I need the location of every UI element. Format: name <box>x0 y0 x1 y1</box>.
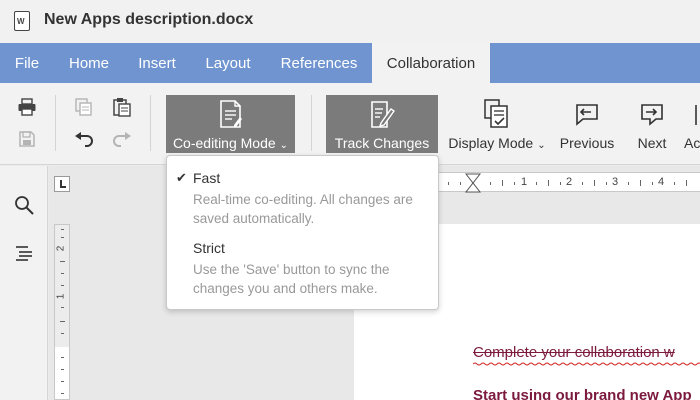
redo-icon[interactable] <box>110 129 134 151</box>
co-editing-mode-menu: ✔ Fast Real-time co-editing. All changes… <box>166 155 439 310</box>
chevron-down-icon: ⌄ <box>279 140 289 151</box>
document-text: Complete your collaboration w <box>473 344 675 361</box>
display-mode-label: Display Mode <box>448 135 534 151</box>
undo-icon[interactable] <box>72 129 96 151</box>
title-bar: W New Apps description.docx <box>0 0 700 43</box>
search-icon[interactable] <box>13 194 35 216</box>
track-changes-label: Track Changes <box>334 135 430 151</box>
toolbar: Co-editing Mode ⌄ Track Changes Display M… <box>0 83 700 165</box>
menu-bar: File Home Insert Layout References Colla… <box>0 43 700 83</box>
tab-collaboration[interactable]: Collaboration <box>372 43 490 83</box>
track-changes-button[interactable]: Track Changes <box>326 95 438 153</box>
document-title: New Apps description.docx <box>44 11 254 28</box>
accept-label: Ac <box>684 135 700 151</box>
ruler-number: 4 <box>658 176 665 188</box>
vertical-ruler[interactable]: 2 1 <box>54 224 70 400</box>
previous-icon <box>573 95 601 129</box>
tab-home[interactable]: Home <box>54 43 124 83</box>
document-line[interactable]: Start using our brand new App <box>473 387 692 400</box>
ruler-number: 1 <box>521 176 528 188</box>
chevron-down-icon: ⌄ <box>537 140 546 151</box>
tab-references[interactable]: References <box>266 43 372 83</box>
document-line-struck[interactable]: Complete your collaboration w <box>473 344 700 366</box>
next-change-button[interactable]: Next <box>630 95 674 153</box>
previous-label: Previous <box>559 135 615 151</box>
horizontal-ruler[interactable]: 1 2 3 4 <box>437 172 700 193</box>
toolbar-divider <box>150 95 151 151</box>
ruler-number: 1 <box>55 293 67 300</box>
next-label: Next <box>637 135 667 151</box>
copy-icon[interactable] <box>72 96 96 118</box>
tab-file[interactable]: File <box>0 43 54 83</box>
track-changes-icon <box>369 95 395 129</box>
previous-change-button[interactable]: Previous <box>556 95 618 153</box>
tab-insert[interactable]: Insert <box>124 43 190 83</box>
menu-item-strict[interactable]: Strict Use the 'Save' button to sync the… <box>167 240 438 300</box>
menu-item-description: Use the 'Save' button to sync the change… <box>193 262 390 296</box>
ruler-number: 3 <box>612 176 619 188</box>
toolbar-divider <box>311 95 312 151</box>
spellcheck-underline <box>473 362 700 366</box>
menu-item-fast[interactable]: ✔ Fast Real-time co-editing. All changes… <box>167 170 438 230</box>
checkmark-icon: ✔ <box>176 170 187 185</box>
ruler-number: 2 <box>566 176 573 188</box>
ruler-number: 2 <box>55 245 67 252</box>
menu-item-title: Fast <box>193 170 221 186</box>
next-icon <box>638 95 666 129</box>
print-icon[interactable] <box>15 96 39 118</box>
display-mode-icon <box>483 95 511 129</box>
tab-layout[interactable]: Layout <box>190 43 266 83</box>
tab-stop-selector[interactable] <box>54 176 70 192</box>
navigation-icon[interactable] <box>13 242 35 264</box>
left-panel <box>0 166 48 400</box>
accept-icon <box>684 95 700 129</box>
co-editing-mode-label: Co-editing Mode <box>172 135 276 151</box>
paste-icon[interactable] <box>110 96 134 118</box>
toolbar-divider <box>55 95 56 151</box>
word-doc-icon: W <box>14 11 30 31</box>
save-icon[interactable] <box>15 128 39 150</box>
co-editing-icon <box>218 95 244 129</box>
menu-item-description: Real-time co-editing. All changes are sa… <box>193 192 413 226</box>
accept-button[interactable]: Ac <box>684 95 700 153</box>
co-editing-mode-button[interactable]: Co-editing Mode ⌄ <box>166 95 295 153</box>
display-mode-button[interactable]: Display Mode ⌄ <box>446 95 548 153</box>
menu-item-title: Strict <box>193 240 225 256</box>
